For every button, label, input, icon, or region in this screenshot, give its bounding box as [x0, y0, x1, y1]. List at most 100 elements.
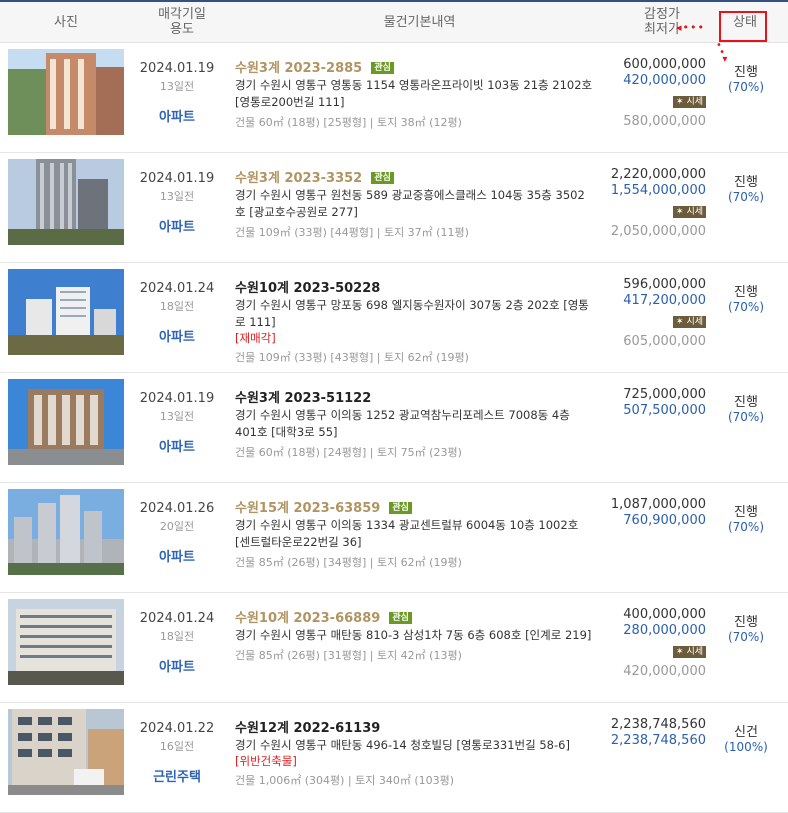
table-row[interactable]: 2024.01.19 13일전 아파트 수원3계 2023-2885 관심 경기…	[0, 43, 788, 153]
sale-date: 2024.01.24	[139, 611, 215, 626]
market-price-badge[interactable]: ✶ 시세	[673, 646, 706, 658]
status-text: 진행	[734, 175, 758, 190]
market-badge-label: 시세	[686, 97, 703, 107]
case-number-link[interactable]: 수원3계 2023-2885	[235, 61, 362, 76]
status-text: 진행	[734, 395, 758, 410]
appraisal-price: 725,000,000	[623, 387, 706, 402]
market-price: 605,000,000	[623, 334, 706, 349]
interest-badge[interactable]: 관심	[371, 171, 394, 184]
area-details: 건물 60㎡ (18평) [24평형] | 토지 75㎡ (23평)	[235, 446, 462, 459]
area-details: 건물 1,006㎡ (304평) | 토지 340㎡ (103평)	[235, 774, 455, 787]
interest-badge[interactable]: 관심	[389, 501, 412, 514]
area-details: 건물 85㎡ (26평) [34평형] | 토지 62㎡ (19평)	[235, 556, 462, 569]
property-use-link[interactable]: 아파트	[132, 216, 222, 235]
sale-date: 2024.01.19	[139, 61, 215, 76]
coin-icon: ✶	[676, 97, 684, 107]
min-price-percent: (70%)	[727, 630, 765, 644]
market-badge-label: 시세	[686, 647, 703, 657]
minimum-price: 417,200,000	[623, 293, 706, 308]
status-cell: 진행 (70%)	[720, 281, 772, 314]
minimum-price: 1,554,000,000	[610, 183, 706, 198]
status-highlight-box	[719, 11, 767, 42]
header-date-label: 매각기일	[158, 7, 206, 22]
table-row[interactable]: 2024.01.19 13일전 아파트 수원3계 2023-51122 경기 수…	[0, 373, 788, 483]
interest-badge[interactable]: 관심	[389, 611, 412, 624]
case-number-link[interactable]: 수원15계 2023-63859	[235, 501, 380, 516]
market-price-badge[interactable]: ✶ 시세	[673, 96, 706, 108]
sale-date: 2024.01.26	[139, 501, 215, 516]
market-price-badge[interactable]: ✶ 시세	[673, 316, 706, 328]
market-price: 420,000,000	[623, 664, 706, 679]
property-photo[interactable]	[8, 379, 124, 465]
min-price-percent: (70%)	[727, 190, 765, 204]
property-use-link[interactable]: 아파트	[132, 106, 222, 125]
case-number-link[interactable]: 수원3계 2023-3352	[235, 171, 362, 186]
property-info: 수원3계 2023-2885 관심 경기 수원시 영통구 영통동 1154 영통…	[235, 57, 595, 130]
header-use-label: 용도	[170, 22, 194, 37]
days-ago: 13일전	[159, 190, 195, 203]
property-photo[interactable]	[8, 159, 124, 245]
table-row[interactable]: 2024.01.19 13일전 아파트 수원3계 2023-3352 관심 경기…	[0, 153, 788, 263]
property-photo[interactable]	[8, 269, 124, 355]
price-block: 596,000,000 417,200,000 ✶ 시세 605,000,000	[607, 277, 706, 350]
case-number-link[interactable]: 수원3계 2023-51122	[235, 391, 371, 406]
sale-date: 2024.01.19	[139, 391, 215, 406]
property-address: 경기 수원시 영통구 이의동 1334 광교센트럴뷰 6004동 10층 100…	[235, 518, 579, 549]
area-details: 건물 109㎡ (33평) [43평형] | 토지 62㎡ (19평)	[235, 351, 469, 364]
minimum-price: 2,238,748,560	[610, 733, 706, 748]
status-cell: 진행 (70%)	[720, 501, 772, 534]
table-row[interactable]: 2024.01.24 18일전 아파트 수원10계 2023-50228 경기 …	[0, 263, 788, 373]
min-price-percent: (100%)	[724, 740, 768, 754]
left-arrow-annotation-icon: ◂•••	[676, 21, 705, 34]
property-address: 경기 수원시 영통구 매탄동 810-3 삼성1차 7동 6층 608호 [인계…	[235, 628, 592, 642]
days-ago: 16일전	[159, 740, 195, 753]
table-row[interactable]: 2024.01.26 20일전 아파트 수원15계 2023-63859 관심 …	[0, 483, 788, 593]
market-price: 2,050,000,000	[610, 224, 706, 239]
property-address: 경기 수원시 영통구 영통동 1154 영통라온프라이빗 103동 21층 21…	[235, 78, 593, 109]
days-ago: 13일전	[159, 410, 195, 423]
property-photo[interactable]	[8, 709, 124, 795]
interest-badge[interactable]: 관심	[371, 61, 394, 74]
property-use-link[interactable]: 아파트	[132, 436, 222, 455]
status-cell: 진행 (70%)	[720, 611, 772, 644]
appraisal-price: 1,087,000,000	[610, 497, 706, 512]
property-use-link[interactable]: 아파트	[132, 656, 222, 675]
property-info: 수원15계 2023-63859 관심 경기 수원시 영통구 이의동 1334 …	[235, 497, 595, 570]
property-use-link[interactable]: 아파트	[132, 546, 222, 565]
sale-date: 2024.01.19	[139, 171, 215, 186]
status-cell: 진행 (70%)	[720, 171, 772, 204]
warning-flag: [위반건축물]	[235, 754, 297, 768]
table-row[interactable]: 2024.01.24 18일전 아파트 수원10계 2023-66889 관심 …	[0, 593, 788, 703]
market-price-badge[interactable]: ✶ 시세	[673, 206, 706, 218]
sale-date: 2024.01.24	[139, 281, 215, 296]
property-address: 경기 수원시 영통구 원천동 589 광교중흥에스클래스 104동 35층 35…	[235, 188, 585, 219]
status-cell: 신건 (100%)	[720, 721, 772, 754]
case-number-link[interactable]: 수원10계 2023-66889	[235, 611, 380, 626]
minimum-price: 760,900,000	[623, 513, 706, 528]
minimum-price: 280,000,000	[623, 623, 706, 638]
header-date[interactable]: 매각기일 용도	[132, 2, 232, 42]
property-address: 경기 수원시 영통구 매탄동 496-14 청호빌딩 [영통로331번길 58-…	[235, 738, 570, 752]
price-block: 2,220,000,000 1,554,000,000 ✶ 시세 2,050,0…	[607, 167, 706, 240]
status-text: 진행	[734, 615, 758, 630]
days-ago: 20일전	[159, 520, 195, 533]
property-use-link[interactable]: 근린주택	[132, 766, 222, 785]
appraisal-price: 2,220,000,000	[610, 167, 706, 182]
case-number-link[interactable]: 수원12계 2022-61139	[235, 721, 380, 736]
days-ago: 18일전	[159, 300, 195, 313]
min-price-percent: (70%)	[727, 410, 765, 424]
price-block: 600,000,000 420,000,000 ✶ 시세 580,000,000	[607, 57, 706, 130]
property-info: 수원10계 2023-66889 관심 경기 수원시 영통구 매탄동 810-3…	[235, 607, 595, 663]
case-number-link[interactable]: 수원10계 2023-50228	[235, 281, 380, 296]
header-photo-label: 사진	[54, 14, 78, 30]
min-price-percent: (70%)	[727, 520, 765, 534]
market-price: 580,000,000	[623, 114, 706, 129]
days-ago: 18일전	[159, 630, 195, 643]
table-row[interactable]: 2024.01.22 16일전 근린주택 수원12계 2022-61139 경기…	[0, 703, 788, 813]
property-use-link[interactable]: 아파트	[132, 326, 222, 345]
property-photo[interactable]	[8, 49, 124, 135]
property-photo[interactable]	[8, 489, 124, 575]
status-text: 신건	[734, 725, 758, 740]
price-block: 725,000,000 507,500,000	[607, 387, 706, 419]
property-photo[interactable]	[8, 599, 124, 685]
